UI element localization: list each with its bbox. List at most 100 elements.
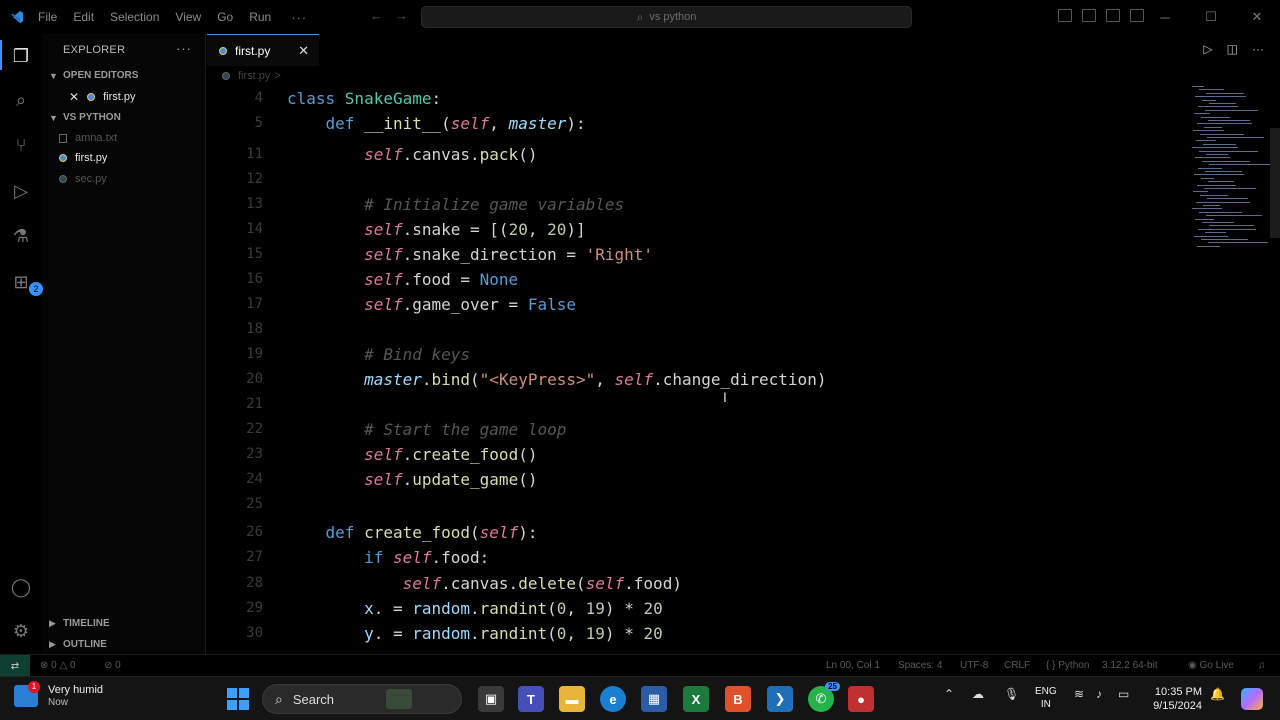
- code-line[interactable]: 18: [207, 317, 1167, 342]
- code-line[interactable]: 26 def create_food(self):: [207, 520, 1167, 545]
- code-line[interactable]: 23 self.create_food(): [207, 442, 1167, 467]
- code-line[interactable]: 14 self.snake = [(20, 20)]: [207, 217, 1167, 242]
- code-line[interactable]: 17 self.game_over = False: [207, 292, 1167, 317]
- run-python-file-icon[interactable]: ▷: [1203, 42, 1212, 56]
- toggle-primary-sidebar-icon[interactable]: [1058, 9, 1072, 22]
- vs-python-folder-section[interactable]: ▼ VS PYTHON: [49, 112, 121, 123]
- back-arrow-icon[interactable]: ←: [370, 8, 395, 23]
- menu-edit[interactable]: Edit: [73, 10, 94, 24]
- vscode-taskbar-icon[interactable]: ❯: [767, 686, 793, 712]
- source-control-icon[interactable]: ⑂: [9, 133, 33, 157]
- excel-icon[interactable]: X: [683, 686, 709, 712]
- minimize-icon[interactable]: ─: [1142, 0, 1188, 34]
- split-editor-icon[interactable]: ◫: [1227, 42, 1238, 56]
- more-actions-icon[interactable]: ···: [1252, 42, 1264, 56]
- open-editor-item[interactable]: ✕ first.py: [69, 90, 135, 104]
- whatsapp-icon[interactable]: ✆ 25: [808, 682, 840, 712]
- code-line[interactable]: 21: [207, 392, 1167, 417]
- toggle-panel-icon[interactable]: [1082, 9, 1096, 22]
- go-live-button[interactable]: ◉ Go Live: [1188, 660, 1234, 671]
- menu-file[interactable]: File: [38, 10, 57, 24]
- search-icon[interactable]: ⌕: [9, 88, 33, 112]
- close-icon[interactable]: ✕: [69, 90, 79, 104]
- file-explorer-icon[interactable]: ▬: [559, 686, 585, 712]
- problems-indicator[interactable]: ⊗ 0 △ 0: [40, 660, 76, 671]
- code-line[interactable]: 28 self.canvas.delete(self.food): [207, 571, 1167, 596]
- microsoft-store-icon[interactable]: ▦: [641, 686, 667, 712]
- code-line[interactable]: 11 self.canvas.pack(): [207, 142, 1167, 167]
- timeline-section[interactable]: ▶ TIMELINE: [49, 618, 110, 629]
- menu-go[interactable]: Go: [217, 10, 233, 24]
- notifications-bell-icon[interactable]: ♫: [1258, 660, 1266, 671]
- close-icon[interactable]: ✕: [298, 43, 309, 59]
- code-line[interactable]: 12: [207, 167, 1167, 192]
- run-debug-icon[interactable]: ▷: [9, 179, 33, 203]
- explorer-icon[interactable]: ❐: [9, 44, 33, 68]
- breadcrumb-file[interactable]: first.py: [238, 70, 270, 82]
- language-mode[interactable]: { } Python: [1046, 660, 1089, 671]
- maximize-icon[interactable]: ☐: [1188, 0, 1234, 34]
- explorer-more-button[interactable]: ···: [176, 41, 192, 56]
- region-code: IN: [1040, 699, 1051, 710]
- cursor-position[interactable]: Ln 00, Col 1: [826, 660, 880, 671]
- taskbar-search[interactable]: ⌕ Search: [262, 684, 462, 714]
- input-language[interactable]: ENG IN: [1035, 685, 1057, 711]
- toggle-secondary-sidebar-icon[interactable]: [1106, 9, 1120, 22]
- teams-icon[interactable]: T: [518, 686, 544, 712]
- command-center-search[interactable]: ⌕ vs python: [421, 6, 912, 28]
- forward-arrow-icon[interactable]: →: [395, 8, 420, 23]
- testing-flask-icon[interactable]: ⚗: [9, 224, 33, 248]
- edge-browser-icon[interactable]: e: [600, 686, 626, 712]
- battery-icon[interactable]: ▭: [1118, 687, 1129, 701]
- onedrive-cloud-icon[interactable]: ☁: [972, 687, 984, 701]
- code-line[interactable]: 16 self.food = None: [207, 267, 1167, 292]
- menu-selection[interactable]: Selection: [110, 10, 159, 24]
- microphone-icon[interactable]: 🎙: [1004, 687, 1019, 701]
- extensions-icon[interactable]: ⊞ 2: [9, 270, 43, 296]
- code-line[interactable]: 27 if self.food:: [207, 545, 1167, 570]
- code-line[interactable]: 4 class SnakeGame:: [207, 86, 1167, 111]
- settings-gear-icon[interactable]: ⚙: [9, 619, 33, 643]
- outline-section[interactable]: ▶ OUTLINE: [49, 639, 107, 650]
- task-view-icon[interactable]: ▣: [478, 686, 504, 712]
- code-line[interactable]: 24 self.update_game(): [207, 467, 1167, 492]
- code-line[interactable]: 5 def __init__(self, master):: [207, 111, 1167, 136]
- minimap[interactable]: [1186, 86, 1270, 256]
- menu-view[interactable]: View: [175, 10, 201, 24]
- close-window-icon[interactable]: ✕: [1234, 0, 1280, 34]
- line-ending[interactable]: CRLF: [1004, 660, 1030, 671]
- code-line[interactable]: 25: [207, 492, 1167, 517]
- remote-indicator-icon[interactable]: ⇄: [0, 655, 30, 677]
- start-windows-icon[interactable]: [227, 688, 249, 710]
- code-line[interactable]: 20 master.bind("<KeyPress>", self.change…: [207, 367, 1167, 392]
- accounts-icon[interactable]: ◯: [9, 575, 33, 599]
- code-line[interactable]: 19 # Bind keys: [207, 342, 1167, 367]
- indentation[interactable]: Spaces: 4: [898, 660, 942, 671]
- code-line[interactable]: 13 # Initialize game variables: [207, 192, 1167, 217]
- brave-browser-icon[interactable]: B: [725, 686, 751, 712]
- code-line[interactable]: 22 # Start the game loop: [207, 417, 1167, 442]
- copilot-icon[interactable]: [1241, 688, 1263, 710]
- show-hidden-icons-chevron-up-icon[interactable]: ⌃: [944, 687, 954, 701]
- code-line[interactable]: 30 y. = random.randint(0, 19) * 20: [207, 621, 1167, 646]
- menu-run[interactable]: Run: [249, 10, 271, 24]
- tab-first-py[interactable]: first.py ✕: [207, 34, 319, 66]
- code-line[interactable]: 29 x. = random.randint(0, 19) * 20: [207, 596, 1167, 621]
- wifi-icon[interactable]: ≋: [1074, 687, 1084, 701]
- notifications-bell-icon[interactable]: 🔔: [1210, 687, 1225, 701]
- file-item-amna[interactable]: amna.txt: [59, 132, 117, 144]
- editor-scrollbar[interactable]: [1270, 128, 1280, 238]
- file-item-sec[interactable]: sec.py: [59, 173, 107, 185]
- volume-icon[interactable]: ♪: [1096, 687, 1102, 701]
- code-line[interactable]: 15 self.snake_direction = 'Right': [207, 242, 1167, 267]
- file-item-first[interactable]: first.py: [59, 152, 107, 164]
- ports-indicator[interactable]: ⊘ 0: [104, 660, 121, 671]
- system-clock[interactable]: 10:35 PM 9/15/2024: [1150, 685, 1202, 713]
- menu-more-button[interactable]: ···: [291, 10, 307, 25]
- screen-recorder-icon[interactable]: ●: [848, 686, 874, 712]
- open-editors-section[interactable]: ▼ OPEN EDITORS: [49, 70, 138, 81]
- encoding[interactable]: UTF-8: [960, 660, 988, 671]
- code-editor[interactable]: 4 class SnakeGame: 5 def __init__(self, ma…: [207, 86, 1280, 654]
- python-interpreter[interactable]: 3.12.2 64-bit: [1102, 660, 1158, 671]
- weather-widget[interactable]: 1 Very humid Now: [14, 680, 103, 708]
